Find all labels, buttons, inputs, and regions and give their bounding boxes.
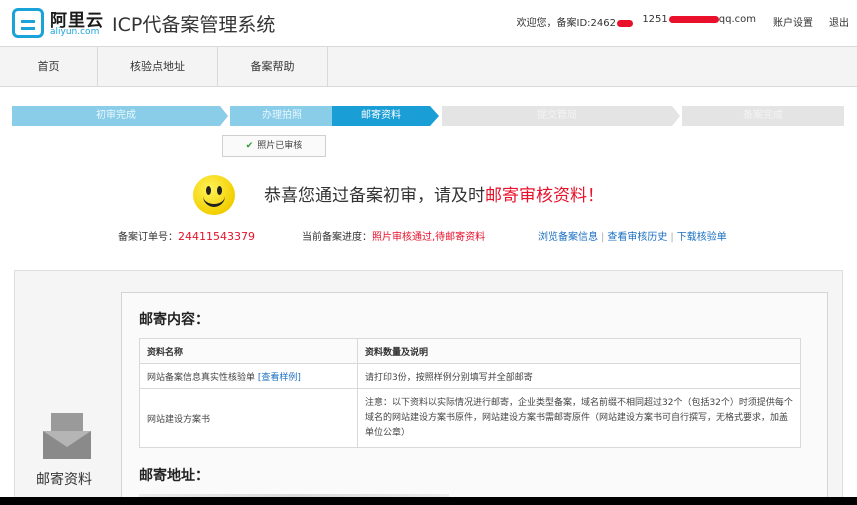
document-name: 网站备案信息真实性核验单	[147, 372, 256, 383]
photo-reviewed-label: 照片已审核	[257, 141, 303, 151]
brand-domain: aliyun.com	[50, 27, 100, 37]
redaction-mark	[668, 15, 719, 23]
envelope-icon	[43, 413, 91, 459]
view-filing-info-link[interactable]: 浏览备案信息	[538, 232, 598, 243]
step-first-review: 初审完成	[12, 106, 220, 126]
step-complete: 备案完成	[682, 106, 844, 126]
mail-documents-label: 邮寄资料	[36, 472, 92, 488]
order-number-value: 24411543379	[178, 230, 255, 243]
main-nav: 首页 核验点地址 备案帮助	[0, 46, 857, 87]
envelope-body	[43, 431, 91, 459]
congrats-highlight: 邮寄审核资料！	[485, 186, 604, 206]
table-cell-name: 网站备案信息真实性核验单 [查看样例]	[139, 363, 358, 389]
nav-item-help[interactable]: 备案帮助	[218, 47, 328, 86]
progress-status: 当前备案进度：照片审核通过,待邮寄资料	[302, 228, 485, 243]
column-header-name: 资料名称	[139, 338, 358, 364]
aliyun-logo-icon	[12, 8, 44, 38]
action-links: 浏览备案信息 | 查看审核历史 | 下载核验单	[538, 232, 727, 243]
congrats-text: 恭喜您通过备案初审，请及时	[264, 186, 485, 206]
congrats-message: 恭喜您通过备案初审，请及时邮寄审核资料！	[264, 181, 604, 206]
bottom-black-bar	[0, 497, 857, 505]
mail-content-table: 资料名称 资料数量及说明 网站备案信息真实性核验单 [查看样例] 请打印3份，按…	[139, 338, 801, 448]
table-cell-name: 网站建设方案书	[139, 388, 358, 448]
logout-link[interactable]: 退出	[829, 14, 849, 29]
download-verification-form-link[interactable]: 下载核验单	[677, 232, 727, 243]
column-header-description: 资料数量及说明	[357, 338, 801, 364]
step-arrow	[220, 106, 228, 126]
smiley-mouth	[203, 191, 225, 207]
system-title: ICP代备案管理系统	[112, 14, 276, 36]
step-arrow	[430, 106, 439, 126]
table-cell-description: 注意：以下资料以实际情况进行邮寄，企业类型备案，域名前缀不相同超过32个（包括3…	[357, 388, 801, 448]
progress-label: 当前备案进度：	[302, 232, 372, 243]
smiley-icon	[193, 175, 235, 215]
photo-reviewed-badge: ✔ 照片已审核	[222, 135, 326, 157]
mail-address-title: 邮寄地址：	[139, 468, 209, 484]
progress-value: 照片审核通过,待邮寄资料	[372, 232, 486, 243]
step-arrow	[672, 106, 680, 126]
table-row: 网站备案信息真实性核验单 [查看样例] 请打印3份，按照样例分别填写并全部邮寄	[139, 363, 801, 389]
order-number-label: 备案订单号：	[118, 232, 178, 243]
account-settings-link[interactable]: 账户设置	[773, 14, 813, 29]
step-mail-documents: 邮寄资料	[332, 106, 430, 126]
top-header: 阿里云 aliyun.com ICP代备案管理系统 欢迎您，备案ID:2462 …	[0, 0, 857, 45]
account-email: 1251 qq.com	[642, 14, 756, 25]
view-review-history-link[interactable]: 查看审核历史	[607, 232, 667, 243]
aliyun-logo[interactable]: 阿里云 aliyun.com	[12, 6, 104, 40]
redaction-mark	[617, 19, 633, 27]
table-cell-description: 请打印3份，按照样例分别填写并全部邮寄	[357, 363, 801, 389]
mail-content-title: 邮寄内容：	[139, 312, 209, 328]
table-row: 网站建设方案书 注意：以下资料以实际情况进行邮寄，企业类型备案，域名前缀不相同超…	[139, 388, 801, 448]
welcome-text: 欢迎您，备案ID:2462	[517, 14, 633, 29]
table-header-row: 资料名称 资料数量及说明	[139, 338, 801, 364]
check-icon: ✔	[245, 141, 254, 151]
step-photo: 办理拍照	[230, 106, 334, 126]
step-submit-bureau: 提交管局	[442, 106, 672, 126]
nav-item-checkpoint-address[interactable]: 核验点地址	[98, 47, 218, 86]
view-sample-link[interactable]: [查看样例]	[258, 373, 301, 383]
progress-steps: 初审完成 办理拍照 邮寄资料 提交管局 备案完成	[12, 106, 844, 126]
nav-item-home[interactable]: 首页	[0, 47, 98, 86]
order-number: 备案订单号：24411543379	[118, 228, 255, 243]
